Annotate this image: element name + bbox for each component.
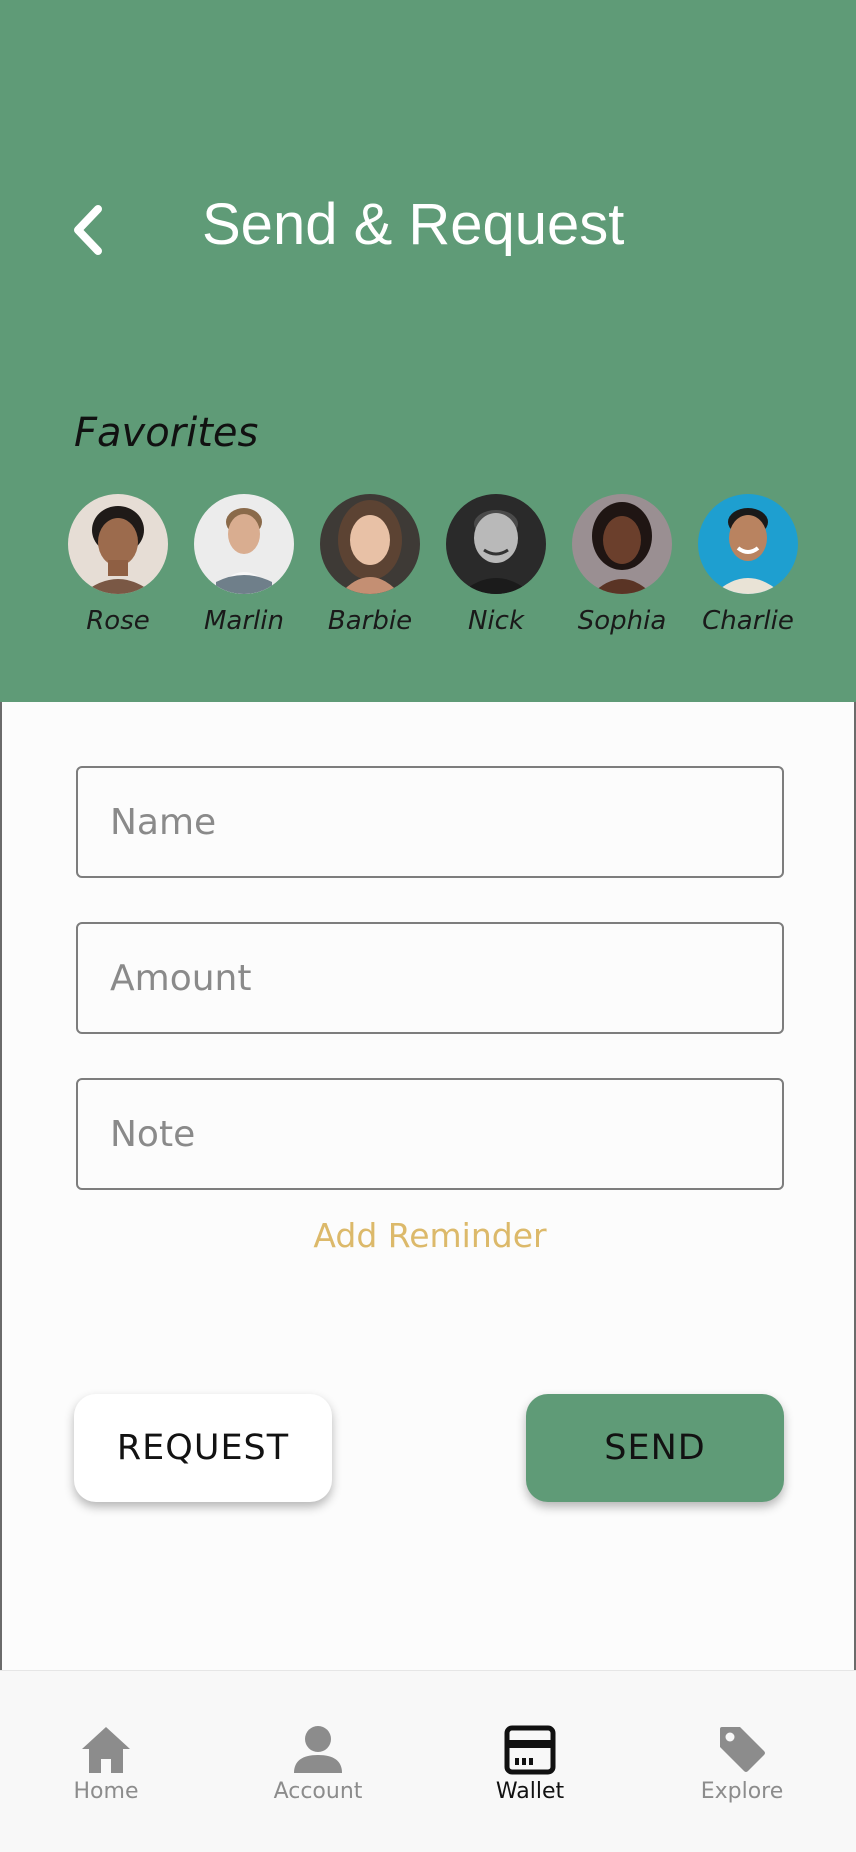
avatar xyxy=(68,494,168,594)
avatar xyxy=(698,494,798,594)
page-title: Send & Request xyxy=(202,192,625,257)
nav-item-explore[interactable]: Explore xyxy=(642,1671,842,1852)
tag-icon xyxy=(720,1727,765,1772)
home-icon xyxy=(82,1727,130,1773)
favorite-name: Marlin xyxy=(204,606,284,636)
favorites-list: Rose Marlin Barbie Nick Sophia Charlie xyxy=(64,490,824,640)
nav-label: Home xyxy=(73,1779,139,1804)
name-field[interactable] xyxy=(76,766,784,878)
name-input[interactable] xyxy=(78,768,782,876)
note-input[interactable] xyxy=(78,1080,782,1188)
nav-item-home[interactable]: Home xyxy=(6,1671,206,1852)
favorite-name: Nick xyxy=(467,606,525,636)
favorite-name: Sophia xyxy=(577,606,667,636)
avatar xyxy=(194,494,294,594)
amount-field[interactable] xyxy=(76,922,784,1034)
nav-item-account[interactable]: Account xyxy=(218,1671,418,1852)
favorite-contact[interactable]: Marlin xyxy=(184,490,304,638)
favorite-contact[interactable]: Charlie xyxy=(688,490,808,638)
user-icon xyxy=(294,1726,342,1773)
header: Send & Request Favorites Rose Marlin Bar… xyxy=(0,0,856,702)
note-field[interactable] xyxy=(76,1078,784,1190)
favorite-contact[interactable]: Nick xyxy=(436,490,556,638)
favorites-title: Favorites xyxy=(74,410,259,456)
nav-item-wallet[interactable]: Wallet xyxy=(430,1671,630,1852)
favorite-contact[interactable]: Rose xyxy=(58,490,178,638)
favorite-name: Rose xyxy=(86,606,150,636)
send-request-form: Add Reminder REQUEST SEND xyxy=(0,702,856,1670)
wallet-card-icon xyxy=(504,1725,556,1775)
back-button[interactable] xyxy=(62,198,112,262)
bottom-nav: Home Account Wallet Explore xyxy=(0,1670,856,1852)
add-reminder-link[interactable]: Add Reminder xyxy=(2,1216,856,1255)
request-button[interactable]: REQUEST xyxy=(74,1394,332,1502)
avatar xyxy=(320,494,420,594)
amount-input[interactable] xyxy=(78,924,782,1032)
favorite-name: Charlie xyxy=(702,606,794,636)
favorite-contact[interactable]: Sophia xyxy=(562,490,682,638)
send-button[interactable]: SEND xyxy=(526,1394,784,1502)
nav-label: Explore xyxy=(700,1779,784,1804)
avatar xyxy=(446,494,546,594)
add-reminder-label: Add Reminder xyxy=(313,1216,547,1255)
favorite-contact[interactable]: Barbie xyxy=(310,490,430,638)
nav-label: Account xyxy=(273,1779,363,1804)
favorite-name: Barbie xyxy=(327,606,413,636)
avatar xyxy=(572,494,672,594)
nav-label: Wallet xyxy=(495,1779,565,1804)
chevron-left-icon xyxy=(74,205,102,255)
